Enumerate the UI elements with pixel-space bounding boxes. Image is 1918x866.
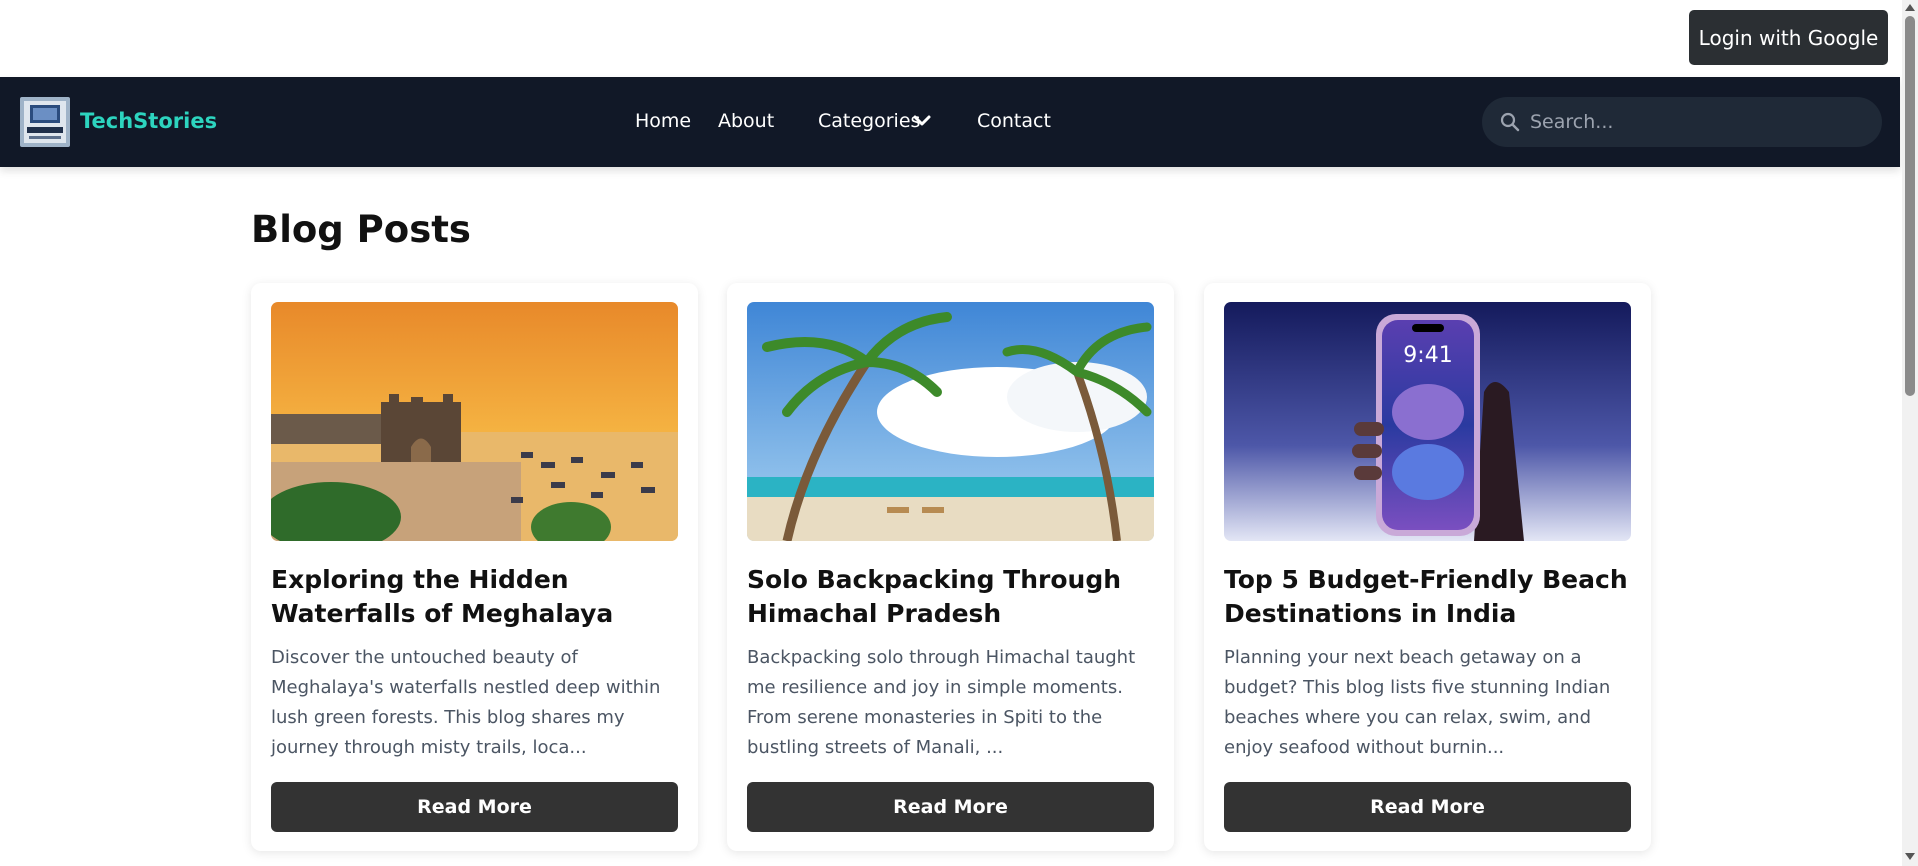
site-logo[interactable] xyxy=(20,97,70,147)
post-excerpt: Planning your next beach getaway on a bu… xyxy=(1224,647,1611,758)
blog-post-card: 9:41 Top 5 Budget-Friendly Beach Destina… xyxy=(1204,283,1651,851)
chevron-down-icon[interactable] xyxy=(912,113,932,129)
nav-link-categories[interactable]: Categories xyxy=(818,110,920,132)
scroll-down-arrow-icon[interactable] xyxy=(1905,853,1915,860)
post-title[interactable]: Top 5 Budget-Friendly Beach Destinations… xyxy=(1224,563,1634,631)
nav-link-about[interactable]: About xyxy=(718,110,774,132)
login-with-google-button[interactable]: Login with Google xyxy=(1689,10,1888,65)
blog-post-card: Solo Backpacking Through Himachal Prades… xyxy=(727,283,1174,851)
scrollbar-thumb[interactable] xyxy=(1905,16,1915,396)
scroll-up-arrow-icon[interactable] xyxy=(1905,4,1915,11)
page-title: Blog Posts xyxy=(251,208,471,251)
post-excerpt: Backpacking solo through Himachal taught… xyxy=(747,647,1136,758)
brand-name[interactable]: TechStories xyxy=(80,109,217,133)
search-input[interactable] xyxy=(1530,105,1860,139)
post-title[interactable]: Solo Backpacking Through Himachal Prades… xyxy=(747,563,1157,631)
gateway-of-india-sunset-image xyxy=(271,302,678,541)
top-bar: Login with Google xyxy=(0,0,1900,77)
main-navbar: TechStories Home About Categories Contac… xyxy=(0,77,1900,167)
post-title[interactable]: Exploring the Hidden Waterfalls of Megha… xyxy=(271,563,681,631)
search-icon xyxy=(1500,112,1520,132)
read-more-button[interactable]: Read More xyxy=(271,782,678,832)
read-more-button[interactable]: Read More xyxy=(747,782,1154,832)
nav-link-home[interactable]: Home xyxy=(635,110,691,132)
blog-post-card: Exploring the Hidden Waterfalls of Megha… xyxy=(251,283,698,851)
smartphone-in-hand-image: 9:41 xyxy=(1224,302,1631,541)
palm-beach-image xyxy=(747,302,1154,541)
search-box[interactable] xyxy=(1482,97,1882,147)
page-scrollbar[interactable] xyxy=(1902,0,1918,866)
phone-time: 9:41 xyxy=(1403,343,1452,368)
read-more-button[interactable]: Read More xyxy=(1224,782,1631,832)
nav-link-contact[interactable]: Contact xyxy=(977,110,1051,132)
post-excerpt: Discover the untouched beauty of Meghala… xyxy=(271,647,661,758)
